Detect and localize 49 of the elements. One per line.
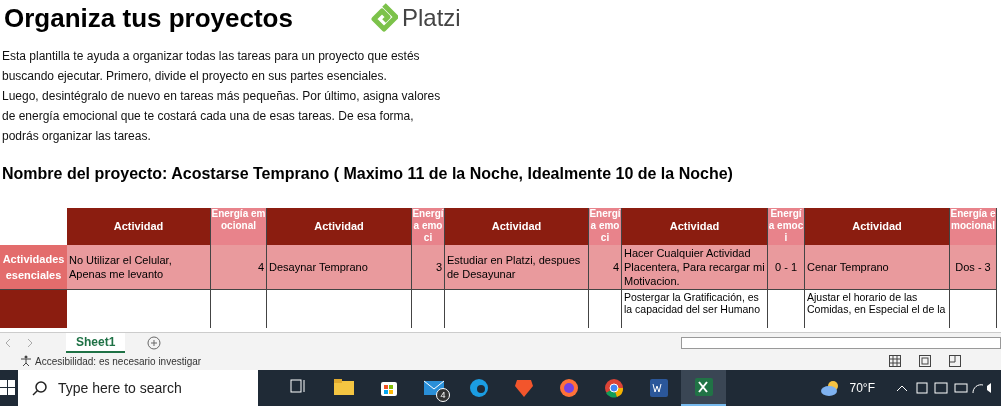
table-cell: 4 [589, 245, 622, 290]
weather-temperature[interactable]: 70°F [849, 379, 875, 397]
column-header: Energía emoci [589, 208, 622, 245]
description-line: buscando ejecutar. Primero, divide el proyecto en sus partes esenciales. [2, 68, 388, 85]
word-document-icon [647, 377, 670, 399]
table-cell: Cenar Temprano [805, 245, 950, 290]
column-header: Energía emocional [211, 208, 267, 245]
table-cell: Hacer Cualquier Actividad Placentera, Para recargar mi Motivacion. [622, 245, 768, 290]
column-header: Actividad [805, 208, 950, 245]
taskbar-app-button[interactable]: 4 [411, 370, 456, 406]
column-header: Actividad [67, 208, 211, 245]
page-layout-icon[interactable] [919, 355, 931, 367]
logo-icon [370, 3, 398, 33]
column-header: Energía emoci [412, 208, 445, 245]
unread-count-badge: 4 [436, 388, 450, 402]
table-cell: 4 [211, 245, 267, 290]
normal-view-icon[interactable] [889, 355, 901, 367]
sheet-tab[interactable]: Sheet1 [66, 332, 126, 353]
table-cell: Desaynar Temprano [267, 245, 412, 290]
description-line: de energía emocional que te costará cada una de esas tareas. De esa forma, [2, 108, 415, 125]
table-cell: No Utilizar el Celular, Apenas me levanto [67, 245, 211, 290]
page-title: Organiza tus proyectos [4, 5, 294, 31]
page-break-icon[interactable] [949, 355, 961, 367]
search-icon [32, 380, 48, 396]
description-line: Esta plantilla te ayuda a organizar todas las tareas para un proyecto que estés [2, 48, 421, 65]
accessibility-status[interactable]: Accesibilidad: es necesario investigar [35, 353, 202, 369]
spreadsheet-icon [692, 376, 715, 398]
add-sheet-icon[interactable] [147, 335, 162, 350]
table-cell: 0 - 1 [768, 245, 805, 290]
table-cell: 3 [412, 245, 445, 290]
table-cell: Ajustar el horario de las Comidas, en Especial el de la [805, 290, 950, 328]
chevron-up-icon[interactable] [897, 385, 907, 391]
column-header: Actividad [622, 208, 768, 245]
table-cell: Postergar la Gratificación, es la capacidad del ser Humano [622, 290, 768, 328]
horizontal-scrollbar[interactable] [681, 336, 1001, 349]
windows-start-icon[interactable] [0, 380, 16, 396]
row-header: Actividades esenciales [0, 245, 67, 290]
accessibility-icon[interactable] [20, 355, 32, 367]
project-heading: Nombre del proyecto: Acostarse Temprano ( Maximo 11 de la Noche, Idealmente 10 de la Noche) [1, 164, 734, 184]
column-header: Actividad [267, 208, 412, 245]
column-header: Energía emocional [950, 208, 997, 245]
description-line: Luego, desintégralo de nuevo en tareas más pequeñas. Por último, asigna valores [2, 88, 442, 105]
table-cell: Dos - 3 [950, 245, 997, 290]
column-header: Actividad [445, 208, 589, 245]
column-header: Energía emoci [768, 208, 805, 245]
taskbar-search-field[interactable]: Type here to search [18, 370, 258, 406]
table-cell: Estudiar en Platzi, despues de Desayunar [445, 245, 589, 290]
logo-text: Platzi [402, 3, 461, 33]
description-line: podrás organizar las tareas. [2, 128, 152, 145]
